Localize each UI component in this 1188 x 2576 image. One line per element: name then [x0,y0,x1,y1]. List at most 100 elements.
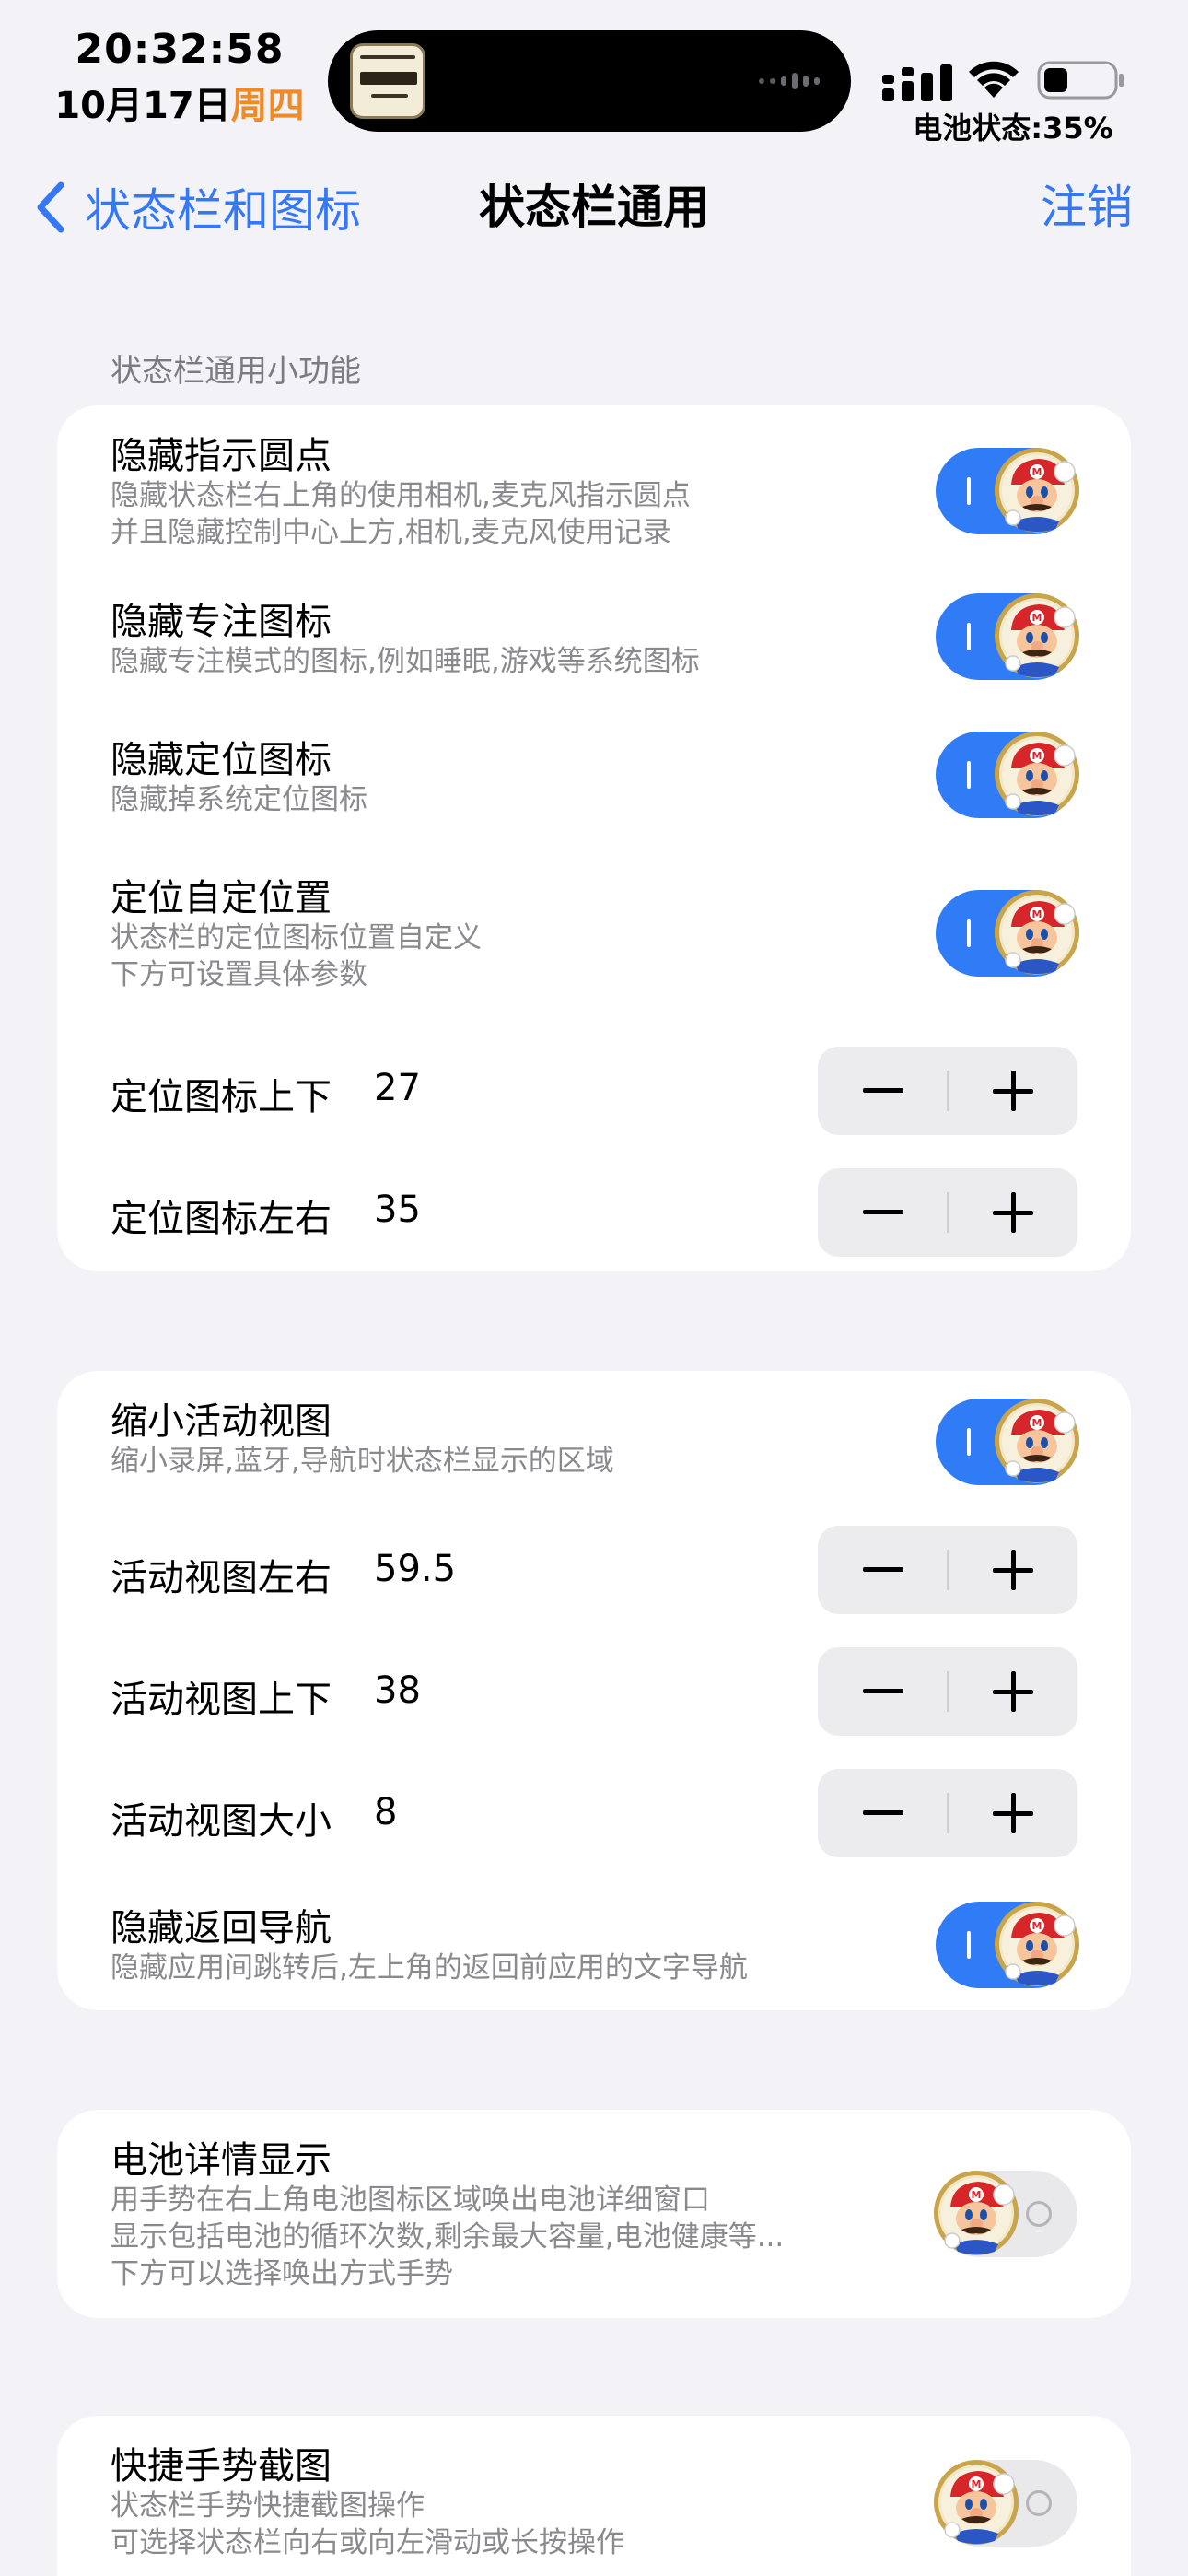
setting-row-hide-focus: 隐藏专注图标 隐藏专注模式的图标,例如睡眠,游戏等系统图标 [57,580,1131,709]
toggle-on-mark [967,477,971,505]
setting-row-custom-location: 定位自定位置 状态栏的定位图标位置自定义 下方可设置具体参数 [57,857,1131,1023]
setting-row-quick-screenshot: 快捷手势截图 状态栏手势快捷截图操作 可选择状态栏向右或向左滑动或长按操作 [57,2416,1131,2576]
row-description: 用手势在右上角电池图标区域唤出电池详细窗口 [111,2184,710,2217]
plus-icon [992,1071,1033,1111]
toggle-hide-dot[interactable] [936,448,1077,534]
toggle-off-mark [1026,2490,1052,2516]
back-button[interactable]: 状态栏和图标 [33,175,361,240]
stepper-row-location-horizontal: 定位图标左右 35 [57,1163,1131,1264]
quantity-stepper [818,1047,1077,1135]
toggle-on-mark [967,1428,971,1456]
quantity-stepper [818,1168,1077,1257]
quantity-stepper [818,1769,1077,1857]
wifi-icon [969,61,1019,98]
row-value: 35 [374,1188,421,1231]
row-title: 隐藏定位图标 [111,739,332,781]
plus-icon [992,1671,1033,1712]
setting-row-hide-location: 隐藏定位图标 隐藏掉系统定位图标 [57,719,1131,848]
toggle-hide-focus[interactable] [936,593,1077,680]
row-value: 27 [374,1067,421,1109]
row-title: 定位图标上下 [111,1076,332,1118]
stepper-row-activity-size: 活动视图大小 8 [57,1765,1131,1867]
stepper-plus-button[interactable] [948,1526,1077,1614]
row-description: 显示包括电池的循环次数,剩余最大容量,电池健康等... [111,2220,785,2254]
battery-icon [1037,61,1124,100]
page-title: 状态栏通用 [479,181,709,234]
mario-avatar-icon [991,1898,1083,1990]
stepper-plus-button[interactable] [948,1647,1077,1736]
cellular-signal-icon [882,64,952,101]
mario-avatar-icon [930,2167,1022,2259]
status-date-text: 10月17日 [54,85,231,127]
status-bar: 20:32:58 10月17日周四 电池状态:35% [0,0,1188,147]
toggle-hide-location[interactable] [936,732,1077,818]
mario-avatar-icon [991,590,1083,682]
row-title: 隐藏专注图标 [111,601,332,643]
row-description: 并且隐藏控制中心上方,相机,麦克风使用记录 [111,516,671,549]
stepper-minus-button[interactable] [818,1168,948,1257]
row-description: 下方可设置具体参数 [111,958,367,991]
plus-icon [992,1793,1033,1833]
row-description: 隐藏应用间跳转后,左上角的返回前应用的文字导航 [111,1951,748,1985]
settings-card-activity: 缩小活动视图 缩小录屏,蓝牙,导航时状态栏显示的区域 活动视图左右 59.5 活… [57,1371,1131,2010]
quantity-stepper [818,1647,1077,1736]
dynamic-island[interactable] [328,30,851,132]
toggle-custom-location[interactable] [936,890,1077,977]
stepper-minus-button[interactable] [818,1047,948,1135]
row-title: 活动视图左右 [111,1557,332,1599]
stepper-plus-button[interactable] [948,1047,1077,1135]
setting-row-hide-dot: 隐藏指示圆点 隐藏状态栏右上角的使用相机,麦克风指示圆点 并且隐藏控制中心上方,… [57,405,1131,571]
plus-icon [992,1550,1033,1590]
stepper-minus-button[interactable] [818,1647,948,1736]
mario-avatar-icon [991,444,1083,536]
mario-avatar-icon [991,1395,1083,1487]
row-description: 状态栏的定位图标位置自定义 [111,921,482,954]
section-header: 状态栏通用小功能 [111,353,361,390]
minus-icon [862,1689,903,1693]
quantity-stepper [818,1526,1077,1614]
mario-avatar-icon [930,2456,1022,2548]
setting-row-hide-back-nav: 隐藏返回导航 隐藏应用间跳转后,左上角的返回前应用的文字导航 [57,1883,1131,2010]
minus-icon [862,1210,903,1214]
row-description: 隐藏状态栏右上角的使用相机,麦克风指示圆点 [111,479,691,512]
toggle-on-mark [967,1931,971,1959]
settings-card-battery: 电池详情显示 用手势在右上角电池图标区域唤出电池详细窗口 显示包括电池的循环次数… [57,2110,1131,2318]
setting-row-battery-detail: 电池详情显示 用手势在右上角电池图标区域唤出电池详细窗口 显示包括电池的循环次数… [57,2110,1131,2318]
back-button-label: 状态栏和图标 [85,184,361,238]
row-title: 快捷手势截图 [111,2445,332,2488]
row-value: 8 [374,1791,398,1833]
toggle-battery-detail[interactable] [936,2171,1077,2257]
plus-icon [992,1192,1033,1233]
stepper-minus-button[interactable] [818,1769,948,1857]
toggle-shrink-activity[interactable] [936,1399,1077,1485]
stepper-row-activity-vertical: 活动视图上下 38 [57,1644,1131,1745]
row-value: 59.5 [374,1548,457,1590]
toggle-hide-back-nav[interactable] [936,1902,1077,1988]
minus-icon [862,1088,903,1093]
stepper-row-activity-horizontal: 活动视图左右 59.5 [57,1522,1131,1623]
row-description: 可选择状态栏向右或向左滑动或长按操作 [111,2526,624,2559]
row-title: 隐藏返回导航 [111,1907,332,1950]
audio-wave-icon [759,71,820,91]
row-title: 定位自定位置 [111,877,332,919]
row-description: 隐藏掉系统定位图标 [111,783,367,816]
stepper-row-location-vertical: 定位图标上下 27 [57,1041,1131,1142]
settings-card-screenshot: 快捷手势截图 状态栏手势快捷截图操作 可选择状态栏向右或向左滑动或长按操作 [57,2416,1131,2576]
row-description: 下方可以选择唤出方式手势 [111,2257,453,2290]
stepper-minus-button[interactable] [818,1526,948,1614]
status-date: 10月17日周四 [46,76,313,129]
stepper-plus-button[interactable] [948,1769,1077,1857]
row-title: 电池详情显示 [111,2139,332,2182]
minus-icon [862,1567,903,1572]
logout-button[interactable]: 注销 [1041,175,1133,240]
status-time: 20:32:58 [75,26,285,73]
row-title: 缩小活动视图 [111,1400,332,1443]
mario-avatar-icon [991,728,1083,820]
toggle-on-mark [967,761,971,789]
toggle-on-mark [967,623,971,650]
stepper-plus-button[interactable] [948,1168,1077,1257]
row-value: 38 [374,1669,421,1712]
toggle-quick-screenshot[interactable] [936,2460,1077,2547]
toggle-off-mark [1026,2201,1052,2227]
status-weekday: 周四 [230,85,305,127]
